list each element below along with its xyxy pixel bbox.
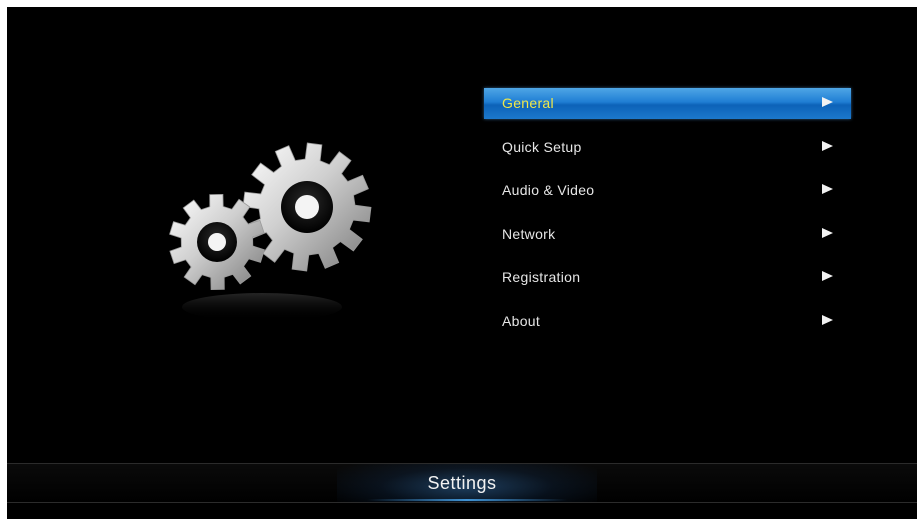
menu-item-label: Network xyxy=(502,225,556,242)
menu-item-registration[interactable]: Registration xyxy=(484,262,851,293)
chevron-right-icon xyxy=(822,227,833,238)
chevron-right-icon xyxy=(822,314,833,325)
settings-screen: General Quick Setup Audio & Video Networ… xyxy=(7,7,917,519)
settings-menu: General Quick Setup Audio & Video Networ… xyxy=(484,88,851,349)
chevron-right-icon xyxy=(822,140,833,151)
menu-item-label: Audio & Video xyxy=(502,182,595,198)
gears-icon xyxy=(157,137,387,337)
page-title: Settings xyxy=(427,473,497,493)
menu-item-label: Quick Setup xyxy=(502,138,582,155)
footer-bar: Settings xyxy=(7,463,917,503)
chevron-right-icon xyxy=(822,271,833,281)
small-gear-center xyxy=(208,233,226,251)
chevron-right-icon xyxy=(822,184,833,194)
large-gear-center xyxy=(295,195,319,219)
menu-item-label: Registration xyxy=(502,269,581,285)
menu-item-quick-setup[interactable]: Quick Setup xyxy=(484,132,851,163)
gears-reflection xyxy=(182,293,342,321)
menu-item-about[interactable]: About xyxy=(484,306,851,337)
menu-item-network[interactable]: Network xyxy=(484,219,851,250)
menu-item-audio-video[interactable]: Audio & Video xyxy=(484,175,851,206)
chevron-right-icon xyxy=(822,97,833,107)
menu-item-general[interactable]: General xyxy=(484,88,851,119)
title-underline xyxy=(367,499,567,501)
menu-item-label: General xyxy=(502,95,554,111)
menu-item-label: About xyxy=(502,312,541,329)
